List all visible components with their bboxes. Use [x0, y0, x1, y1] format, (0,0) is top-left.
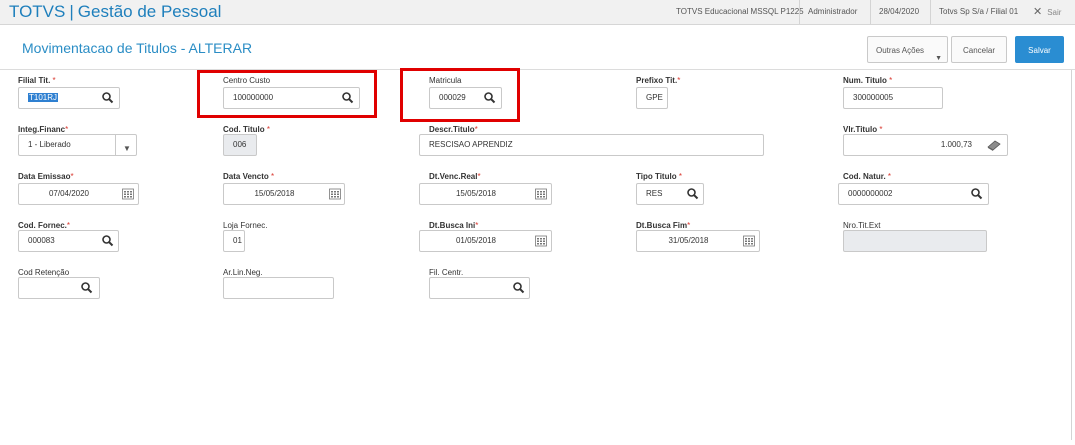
search-icon[interactable] [970, 187, 984, 201]
chevron-down-icon: ▼ [935, 55, 942, 62]
page-title: Movimentacao de Titulos - ALTERAR [22, 40, 253, 56]
environment-info: TOTVS Educacional MSSQL P1225 [676, 7, 804, 16]
data-vencto-label: Data Vencto * [223, 172, 275, 181]
calendar-icon[interactable] [742, 234, 756, 248]
tipo-titulo-label: Tipo Titulo * [636, 172, 682, 181]
filial-tit-field[interactable]: T101RJ [18, 87, 120, 109]
tipo-titulo-value: RES [646, 189, 663, 198]
page-header: Movimentacao de Titulos - ALTERAR Outras… [0, 25, 1075, 70]
tipo-titulo-field[interactable]: RES [636, 183, 704, 205]
ar-lin-neg-field[interactable] [223, 277, 334, 299]
calendar-icon[interactable] [328, 187, 342, 201]
dt-busca-ini-label: Dt.Busca Ini* [429, 221, 479, 230]
integ-financ-label: Integ.Financ* [18, 125, 69, 134]
cod-natur-value: 0000000002 [848, 189, 893, 198]
calculator-icon[interactable] [987, 138, 1001, 152]
app-title-separator: | [69, 2, 74, 21]
centro-custo-value: 100000000 [233, 93, 274, 102]
dt-busca-fim-field[interactable]: 31/05/2018 [636, 230, 760, 252]
chevron-down-icon: ▼ [123, 144, 131, 153]
vlr-titulo-label: Vlr.Titulo * [843, 125, 883, 134]
search-icon[interactable] [686, 187, 700, 201]
matricula-value: 000029 [439, 93, 466, 102]
descr-titulo-label: Descr.Titulo* [429, 125, 478, 134]
dt-busca-fim-value: 31/05/2018 [668, 236, 709, 245]
app-title: TOTVS | Gestão de Pessoal [9, 2, 221, 22]
cod-titulo-label: Cod. Titulo * [223, 125, 270, 134]
nro-tit-ext-field [843, 230, 987, 252]
filial-tit-label: Filial Tit. * [18, 76, 56, 85]
data-emissao-value: 07/04/2020 [48, 189, 90, 198]
data-vencto-value: 15/05/2018 [254, 189, 295, 198]
cod-fornec-field[interactable]: 000083 [18, 230, 119, 252]
dt-venc-real-value: 15/05/2018 [455, 189, 497, 198]
data-emissao-field[interactable]: 07/04/2020 [18, 183, 139, 205]
search-icon[interactable] [80, 281, 94, 295]
data-vencto-field[interactable]: 15/05/2018 [223, 183, 345, 205]
num-titulo-label: Num. Titulo * [843, 76, 893, 85]
exit-label: Sair [1047, 8, 1062, 17]
calendar-icon[interactable] [534, 234, 548, 248]
other-actions-button[interactable]: Outras Ações ▼ [867, 36, 948, 63]
cancel-button[interactable]: Cancelar [951, 36, 1007, 63]
fil-centr-label: Fil. Centr. [429, 268, 464, 277]
ar-lin-neg-label: Ar.Lin.Neg. [223, 268, 263, 277]
loja-fornec-label: Loja Fornec. [223, 221, 268, 230]
integ-financ-value: 1 - Liberado [28, 140, 71, 149]
centro-custo-label: Centro Custo [223, 76, 271, 85]
app-module: Gestão de Pessoal [77, 2, 222, 21]
matricula-label: Matricula [429, 76, 462, 85]
calendar-icon[interactable] [121, 187, 135, 201]
close-icon: ✕ [1033, 6, 1043, 18]
dt-busca-fim-label: Dt.Busca Fim* [636, 221, 691, 230]
loja-fornec-field[interactable]: 01 [223, 230, 245, 252]
date-info: 28/04/2020 [870, 0, 919, 24]
descr-titulo-field[interactable]: RESCISAO APRENDIZ [419, 134, 764, 156]
app-name: TOTVS [9, 2, 66, 21]
other-actions-label: Outras Ações [876, 46, 925, 55]
filial-tit-value: T101RJ [28, 93, 59, 102]
company-info[interactable]: Totvs Sp S/a / Filial 01 [930, 0, 1018, 24]
scrollbar-track[interactable] [1071, 70, 1072, 440]
data-emissao-label: Data Emissao* [18, 172, 74, 181]
prefixo-tit-field[interactable]: GPE [636, 87, 668, 109]
dt-venc-real-field[interactable]: 15/05/2018 [419, 183, 552, 205]
integ-financ-select[interactable]: 1 - Liberado ▼ [18, 134, 137, 156]
dt-busca-ini-value: 01/05/2018 [455, 236, 497, 245]
top-bar: TOTVS | Gestão de Pessoal TOTVS Educaciona… [0, 0, 1075, 25]
prefixo-tit-label: Prefixo Tit.* [636, 76, 681, 85]
cod-fornec-value: 000083 [28, 236, 55, 245]
search-icon[interactable] [512, 281, 526, 295]
cod-fornec-label: Cod. Fornec.* [18, 221, 71, 230]
centro-custo-field[interactable]: 100000000 [223, 87, 360, 109]
cod-titulo-field: 006 [223, 134, 257, 156]
cod-retencao-label: Cod Retenção [18, 268, 70, 277]
save-button[interactable]: Salvar [1015, 36, 1064, 63]
search-icon[interactable] [101, 91, 115, 105]
search-icon[interactable] [101, 234, 115, 248]
cod-natur-label: Cod. Natur. * [843, 172, 892, 181]
calendar-icon[interactable] [534, 187, 548, 201]
matricula-field[interactable]: 000029 [429, 87, 502, 109]
dt-venc-real-label: Dt.Venc.Real* [429, 172, 481, 181]
exit-button[interactable]: ✕ Sair [1033, 0, 1061, 24]
cod-natur-field[interactable]: 0000000002 [838, 183, 989, 205]
nro-tit-ext-label: Nro.Tit.Ext [843, 221, 881, 230]
cod-retencao-field[interactable] [18, 277, 100, 299]
fil-centr-field[interactable] [429, 277, 530, 299]
vlr-titulo-field[interactable]: 1.000,73 [843, 134, 1008, 156]
search-icon[interactable] [483, 91, 497, 105]
user-info[interactable]: Administrador [799, 0, 857, 24]
dt-busca-ini-field[interactable]: 01/05/2018 [419, 230, 552, 252]
search-icon[interactable] [341, 91, 355, 105]
num-titulo-field[interactable]: 300000005 [843, 87, 943, 109]
vlr-titulo-value: 1.000,73 [940, 140, 972, 149]
